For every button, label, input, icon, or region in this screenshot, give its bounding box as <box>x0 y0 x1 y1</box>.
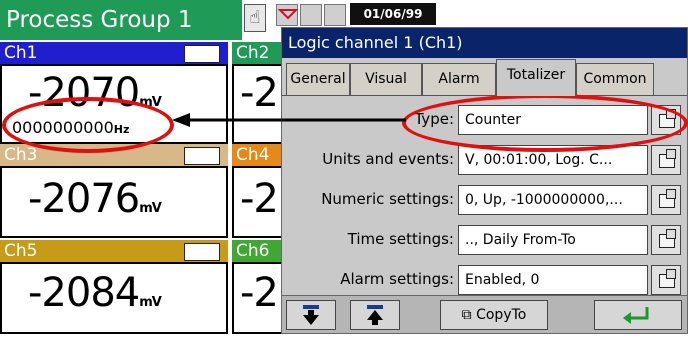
channel-unit: mV <box>139 201 162 216</box>
field-value-time[interactable]: .., Daily From-To <box>458 225 648 255</box>
channel-name: Ch6 <box>236 241 270 261</box>
field-label-numeric: Numeric settings: <box>321 190 454 208</box>
channel-name: Ch1 <box>4 43 38 63</box>
move-down-button[interactable] <box>286 300 336 330</box>
copy-to-button[interactable]: ⧉ CopyTo <box>440 300 548 330</box>
edit-icon <box>659 229 676 248</box>
hand-icon[interactable]: ☝ <box>244 4 266 32</box>
logic-channel-dialog: Logic channel 1 (Ch1) General Visual Ala… <box>281 27 688 334</box>
channel-value: -2076mV <box>28 176 162 222</box>
edit-icon <box>659 189 676 208</box>
dialog-title: Logic channel 1 (Ch1) <box>282 28 687 58</box>
status-alarm-icon <box>276 4 299 26</box>
enter-icon <box>623 307 649 324</box>
channel-name: Ch2 <box>236 43 270 63</box>
channel-name: Ch4 <box>236 145 270 165</box>
channel-value-number: -2084 <box>28 270 140 316</box>
channel-header-ch1[interactable]: Ch1 <box>0 42 228 64</box>
enter-button[interactable] <box>594 300 682 330</box>
status-indicator-icon <box>300 4 322 26</box>
channel-color-swatch <box>184 243 220 261</box>
edit-icon <box>659 269 676 288</box>
arrow-down-icon <box>303 305 319 325</box>
edit-alarm-button[interactable] <box>651 265 681 295</box>
tab-alarm[interactable]: Alarm <box>422 63 496 95</box>
channel-panel-ch3: -2076mV <box>0 166 228 238</box>
channel-color-swatch <box>184 147 220 165</box>
edit-numeric-button[interactable] <box>651 185 681 215</box>
channel-panel-ch5: -2084mV <box>0 262 228 334</box>
process-group-title: Process Group 1 <box>0 0 242 40</box>
field-value-alarm[interactable]: Enabled, 0 <box>458 265 648 295</box>
annotation-arrow <box>172 113 406 127</box>
channel-name: Ch5 <box>4 241 38 261</box>
edit-time-button[interactable] <box>651 225 681 255</box>
channel-color-swatch <box>184 45 220 63</box>
highlight-ellipse-counter <box>2 97 174 153</box>
status-date: 01/06/99 <box>350 3 436 25</box>
channel-header-ch5[interactable]: Ch5 <box>0 240 228 262</box>
tab-common[interactable]: Common <box>576 63 654 95</box>
tab-general[interactable]: General <box>286 63 350 95</box>
arrow-up-icon <box>367 305 383 325</box>
dialog-button-bar: ⧉ CopyTo <box>282 295 687 333</box>
copy-icon: ⧉ <box>461 307 472 323</box>
tab-visual[interactable]: Visual <box>350 63 422 95</box>
tab-totalizer[interactable]: Totalizer <box>496 59 576 96</box>
channel-unit: mV <box>139 295 162 310</box>
channel-name: Ch3 <box>4 145 38 165</box>
field-value-numeric[interactable]: 0, Up, -1000000000,... <box>458 185 648 215</box>
channel-value-number: -2076 <box>28 176 140 222</box>
copy-to-label: CopyTo <box>476 307 527 323</box>
channel-value: -2 <box>240 270 279 316</box>
field-label-time: Time settings: <box>347 230 454 248</box>
field-label-units: Units and events: <box>322 150 454 168</box>
edit-icon <box>659 149 676 168</box>
channel-value: -2 <box>240 176 279 222</box>
move-up-button[interactable] <box>350 300 400 330</box>
status-indicator-icon <box>324 4 346 26</box>
field-label-alarm: Alarm settings: <box>340 270 454 288</box>
edit-units-button[interactable] <box>651 145 681 175</box>
channel-value: -2084mV <box>28 270 162 316</box>
highlight-ellipse-type <box>402 94 688 152</box>
